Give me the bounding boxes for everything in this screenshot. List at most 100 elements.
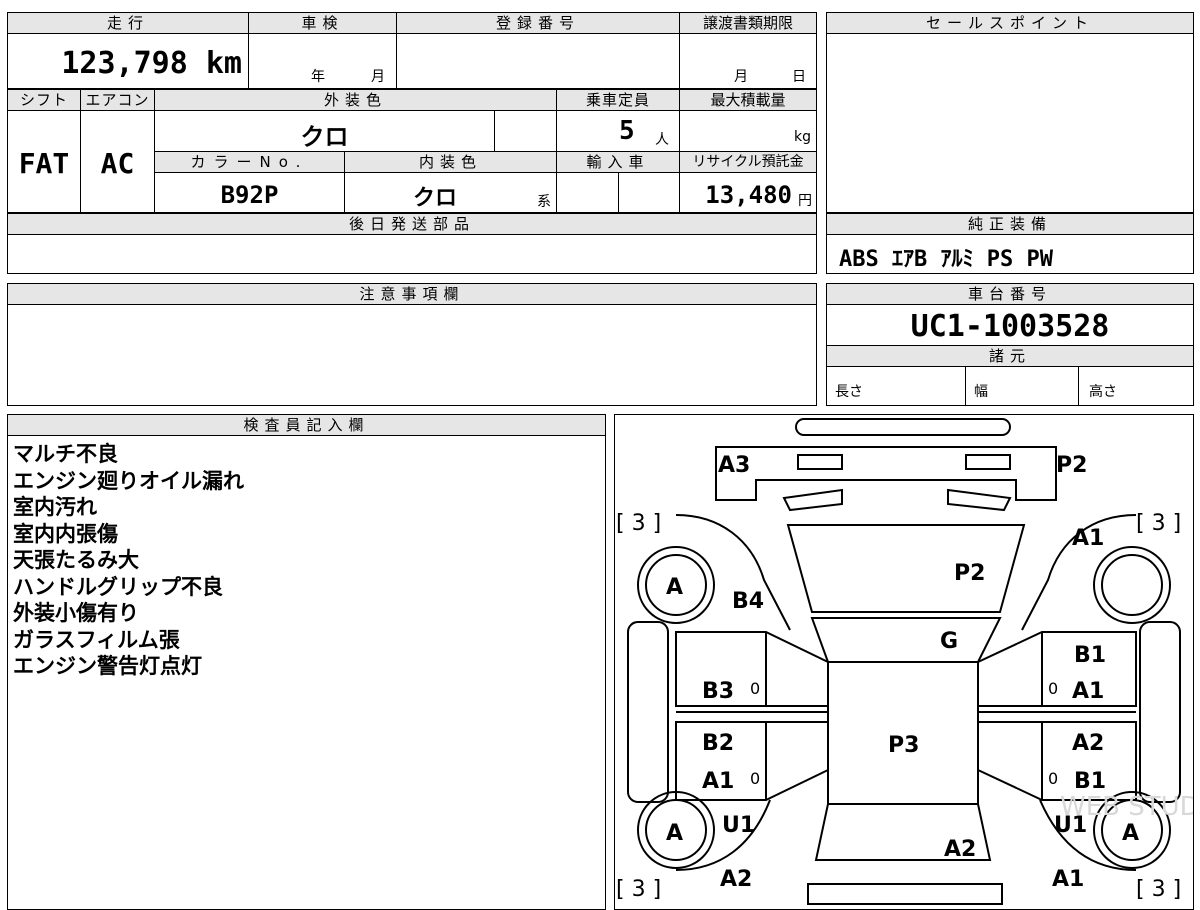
inspection-month-label: 月 (371, 69, 385, 85)
mark-roof-glass-rear: P2 (954, 561, 985, 586)
mileage-label: 走行 (7, 12, 249, 34)
interior-color-cell: クロ 系 (344, 172, 557, 213)
mark-right-front-corner: A1 (1052, 867, 1084, 892)
tire-count-br: [ 3 ] (1136, 877, 1181, 902)
damage-marks: A3 P2 [ 3 ] [ 3 ] A1 A B4 P2 G B1 A1 B3 … (616, 453, 1181, 902)
later-parts-label: 後日発送部品 (7, 213, 817, 235)
interior-color-value: クロ (412, 186, 457, 211)
max-load-cell: kg (679, 110, 817, 152)
wheel-mark-bl: A (666, 821, 683, 846)
inspector-label: 検査員記入欄 (7, 414, 606, 436)
remark-line: 室内内張傷 (13, 521, 118, 546)
ac-label: エアコン (80, 89, 155, 111)
recycle-label: リサイクル預託金 (679, 151, 817, 173)
ac-value: AC (100, 147, 135, 180)
exterior-color-extra-cell (494, 110, 557, 152)
wheel-mark-br: A (1122, 821, 1139, 846)
inspector-remarks-list: マルチ不良 エンジン廻りオイル漏れ 室内汚れ 室内内張傷 天張たるみ大 ハンドル… (13, 441, 244, 680)
registration-cell (396, 33, 680, 89)
max-load-unit: kg (794, 129, 811, 145)
remark-line: 天張たるみ大 (13, 548, 139, 572)
exterior-color-value: クロ (300, 123, 349, 151)
remark-line: エンジン廻りオイル漏れ (13, 468, 244, 493)
mark-left-rear-quarter: B4 (732, 589, 764, 614)
mark-hood: A2 (944, 837, 976, 862)
equipment-value: ABS ｴｱB ｱﾙﾐ PS PW (839, 247, 1053, 272)
color-no-value: B92P (220, 181, 279, 209)
notes-cell (7, 304, 817, 406)
sales-point-cell (826, 33, 1194, 213)
inspection-cell: 年 月 (248, 33, 397, 89)
inspector-remarks-cell: マルチ不良 エンジン廻りオイル漏れ 室内汚れ 室内内張傷 天張たるみ大 ハンドル… (7, 435, 606, 910)
import-label: 輸入車 (556, 151, 680, 173)
capacity-value: 5 (619, 116, 635, 146)
width-cell: 幅 (965, 366, 1079, 406)
mark-right-front-door-2: B1 (1074, 769, 1106, 794)
mark-rear-right: P2 (1056, 453, 1087, 478)
recycle-value: 13,480 (705, 181, 792, 209)
mark-roof: P3 (888, 733, 919, 758)
inspection-label: 車検 (248, 12, 397, 34)
mark-right-fender: U1 (1054, 813, 1087, 838)
damage-diagram: WEB STUDIO A3 P2 [ 3 ] [ 3 ] A1 A B4 P2 … (614, 414, 1194, 910)
length-cell: 長さ (826, 366, 966, 406)
remark-line: ガラスフィルム張 (13, 627, 180, 652)
remark-line: ハンドルグリップ不良 (13, 574, 223, 599)
tire-count-tl: [ 3 ] (616, 511, 661, 536)
mark-right-rear-door-1: B1 (1074, 643, 1106, 668)
mark-left-front-door-1: B2 (702, 731, 734, 756)
shift-cell: FAT (7, 110, 81, 213)
mileage-cell: 123,798 km (7, 33, 249, 89)
chassis-value: UC1-1003528 (910, 309, 1110, 344)
height-cell: 高さ (1078, 366, 1194, 406)
specs-label: 諸元 (826, 345, 1194, 367)
equipment-label: 純正装備 (826, 213, 1194, 235)
tire-count-tr: [ 3 ] (1136, 511, 1181, 536)
max-load-label: 最大積載量 (679, 89, 817, 111)
ac-cell: AC (80, 110, 155, 213)
shift-label: シフト (7, 89, 81, 111)
height-label: 高さ (1089, 384, 1117, 400)
transfer-month-label: 月 (734, 69, 748, 85)
glass-mark: 0 (750, 679, 760, 698)
transfer-deadline-cell: 月 日 (679, 33, 817, 89)
transfer-deadline-label: 譲渡書類期限 (679, 12, 817, 34)
mark-rear-glass: G (940, 629, 958, 654)
car-body-diagram: WEB STUDIO A3 P2 [ 3 ] [ 3 ] A1 A B4 P2 … (616, 418, 1193, 905)
remark-line: エンジン警告灯点灯 (13, 654, 202, 678)
mark-rear-left: A3 (718, 453, 750, 478)
notes-label: 注意事項欄 (7, 283, 817, 305)
mark-left-rear-door: B3 (702, 679, 734, 704)
mark-left-front-corner: A2 (720, 867, 752, 892)
exterior-color-cell: クロ (154, 110, 495, 152)
glass-mark: 0 (1048, 679, 1058, 698)
length-label: 長さ (835, 384, 863, 400)
equipment-cell: ABS ｴｱB ｱﾙﾐ PS PW (826, 234, 1194, 274)
registration-label: 登録番号 (396, 12, 680, 34)
interior-color-suffix: 系 (537, 194, 551, 210)
import-cell-2 (618, 172, 680, 213)
color-no-cell: B92P (154, 172, 345, 213)
tire-count-bl: [ 3 ] (616, 877, 661, 902)
transfer-day-label: 日 (792, 69, 806, 85)
later-parts-cell (7, 234, 817, 274)
remark-line: 外装小傷有り (13, 601, 139, 625)
shift-value: FAT (18, 147, 70, 180)
recycle-unit: 円 (798, 193, 812, 209)
sales-point-label: セールスポイント (826, 12, 1194, 34)
mark-right-front-door-1: A2 (1072, 731, 1104, 756)
mark-right-rear-door-2: A1 (1072, 679, 1104, 704)
glass-mark: 0 (1048, 769, 1058, 788)
glass-mark: 0 (750, 769, 760, 788)
mileage-value: 123,798 km (61, 46, 242, 81)
wheel-mark-tl: A (666, 575, 683, 600)
inspection-year-label: 年 (311, 69, 325, 85)
exterior-color-label: 外装色 (154, 89, 557, 111)
remark-line: マルチ不良 (13, 442, 118, 466)
recycle-cell: 13,480 円 (679, 172, 817, 213)
interior-color-label: 内装色 (344, 151, 557, 173)
capacity-cell: 5 人 (556, 110, 680, 152)
color-no-label: カラーNo. (154, 151, 345, 173)
capacity-label: 乗車定員 (556, 89, 680, 111)
width-label: 幅 (974, 384, 988, 400)
